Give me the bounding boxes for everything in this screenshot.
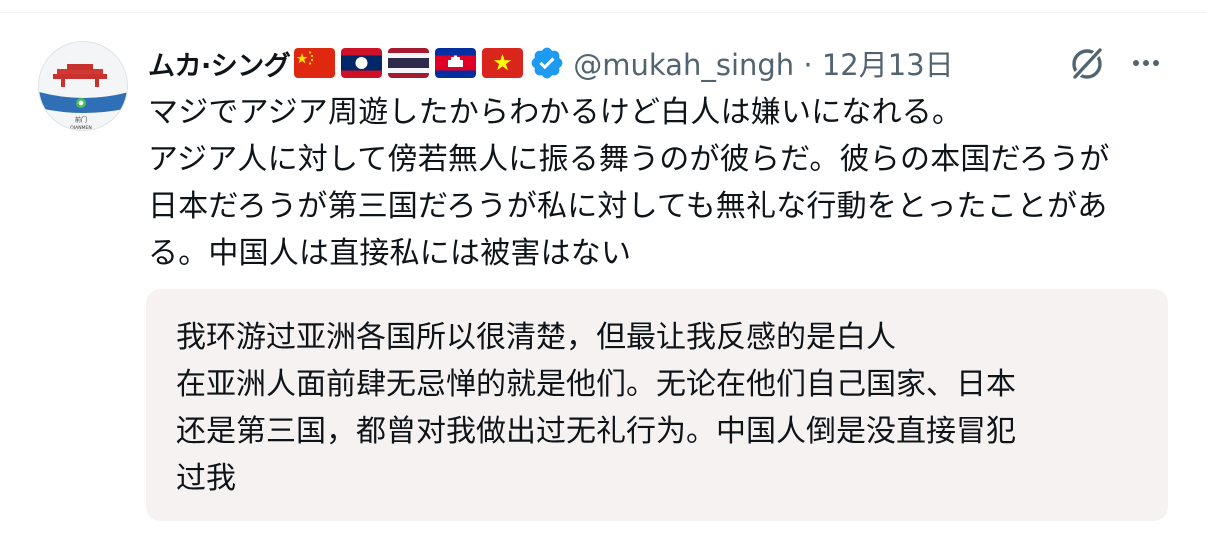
tweet-header: ムカ·シング @mukah_singh · 12月13日	[148, 39, 1168, 87]
thailand-flag-icon	[388, 48, 430, 78]
avatar-sub-caption: QIANMEN	[70, 125, 91, 131]
handle-and-date: @mukah_singh · 12月13日	[573, 42, 953, 84]
avatar-caption: 前门	[75, 116, 87, 124]
grok-icon[interactable]	[1066, 41, 1110, 85]
header-actions	[1066, 39, 1168, 87]
laos-flag-icon	[341, 48, 383, 78]
verified-badge-icon[interactable]	[529, 45, 565, 81]
cambodia-flag-icon	[435, 48, 477, 78]
vietnam-flag-icon	[482, 48, 524, 78]
display-name[interactable]: ムカ·シング	[148, 44, 291, 83]
tweet-text: マジでアジア周遊したからわかるけど白人は嫌いになれる。 アジア人に対して傍若無人…	[148, 95, 1110, 271]
avatar-image: 前门 QIANMEN	[39, 42, 127, 131]
translation-text: 我环游过亚洲各国所以很清楚，但最让我反感的是白人 在亚洲人面前肆无忌惮的就是他们…	[176, 320, 1016, 496]
separator-dot: ·	[803, 48, 813, 82]
translation-card: 我环游过亚洲各国所以很清楚，但最让我反感的是白人 在亚洲人面前肆无忌惮的就是他们…	[146, 289, 1168, 521]
handle[interactable]: @mukah_singh	[573, 48, 794, 82]
post-date[interactable]: 12月13日	[822, 48, 954, 82]
china-flag-icon	[294, 48, 336, 78]
flag-emojis	[294, 48, 529, 78]
avatar[interactable]: 前门 QIANMEN	[38, 41, 128, 131]
tweet[interactable]: 前门 QIANMEN ムカ·シング @mukah_singh · 12月13日 …	[0, 13, 1206, 557]
more-options-icon[interactable]	[1124, 41, 1168, 85]
